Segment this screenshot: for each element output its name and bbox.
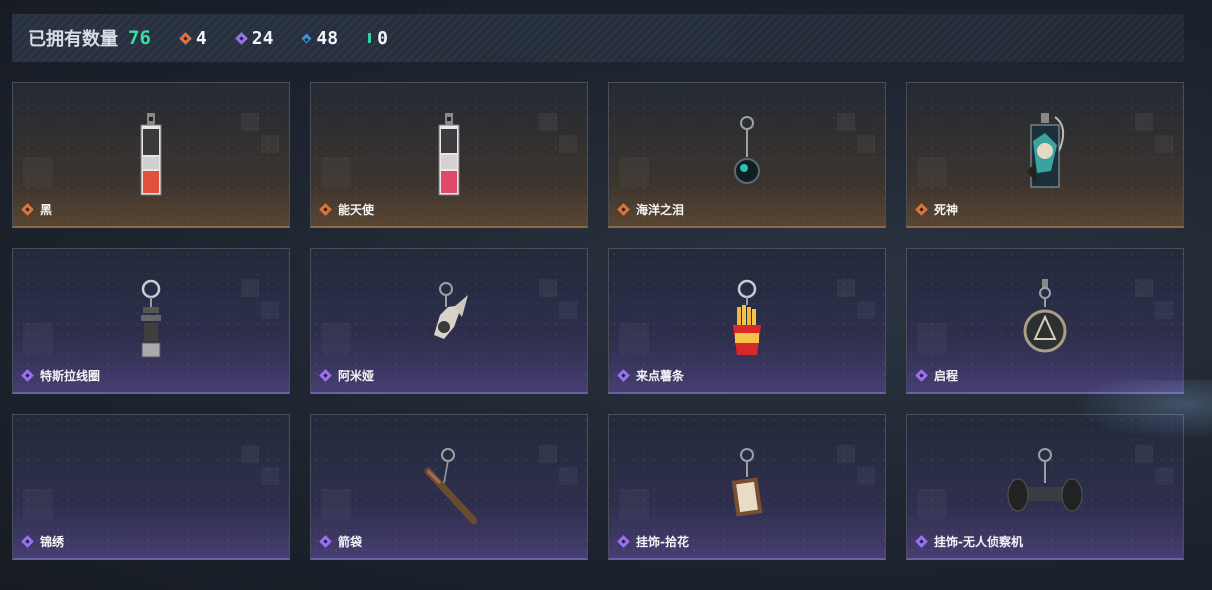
item-card[interactable]: 锦绣: [12, 414, 290, 560]
card-decoration: [1135, 445, 1175, 491]
card-decoration: [837, 113, 877, 159]
stat-green-value: 0: [377, 27, 388, 49]
owned-count: 76: [128, 27, 151, 49]
orange-gem-icon: [617, 203, 630, 216]
card-decoration: [23, 323, 53, 353]
purple-gem-icon: [319, 369, 332, 382]
green-gem-icon: [368, 33, 372, 43]
stat-purple: 24: [234, 27, 274, 49]
item-card[interactable]: 死神: [906, 82, 1184, 228]
card-decoration: [539, 445, 579, 491]
blue-gem-icon: [301, 33, 312, 43]
owned-label: 已拥有数量: [28, 29, 118, 50]
card-decoration: [917, 157, 947, 187]
pendant-charm-icon: [734, 116, 760, 184]
card-decoration: [23, 489, 53, 519]
fries-charm-icon: [733, 279, 761, 355]
purple-gem-icon: [915, 369, 928, 382]
card-decoration: [917, 489, 947, 519]
item-name: 箭袋: [319, 533, 363, 550]
card-decoration: [837, 279, 877, 325]
item-card[interactable]: 海洋之泪: [608, 82, 886, 228]
orange-gem-icon: [915, 203, 928, 216]
card-decoration: [619, 157, 649, 187]
item-card[interactable]: 特斯拉线圈: [12, 248, 290, 394]
stat-purple-value: 24: [251, 27, 274, 49]
item-card[interactable]: 黑: [12, 82, 290, 228]
item-card[interactable]: 能天使: [310, 82, 588, 228]
collection-header: 已拥有数量 76 4 24 48 0: [12, 14, 1184, 62]
stat-orange: 4: [179, 27, 207, 49]
item-name-label: 阿米娅: [338, 369, 375, 383]
stat-green: 0: [368, 28, 388, 49]
purple-gem-icon: [617, 369, 630, 382]
card-decoration: [619, 323, 649, 353]
item-name: 挂饰-拾花: [617, 533, 689, 550]
drone-charm-icon: [1007, 448, 1083, 512]
item-name-label: 海洋之泪: [636, 203, 685, 217]
medal-charm-icon: [1023, 279, 1067, 353]
item-name-label: 箭袋: [338, 535, 363, 549]
keycard-charm-icon: [140, 113, 162, 196]
background-glow: [1072, 380, 1212, 440]
stat-blue-value: 48: [316, 27, 339, 49]
stat-blue: 48: [301, 27, 339, 49]
item-name-label: 黑: [40, 203, 53, 217]
item-name: 阿米娅: [319, 367, 375, 384]
item-name: 启程: [915, 367, 959, 384]
item-name-label: 挂饰-无人侦察机: [934, 535, 1023, 549]
item-name-label: 来点薯条: [636, 369, 685, 383]
orange-gem-icon: [179, 31, 192, 45]
purple-gem-icon: [915, 535, 928, 548]
item-name-label: 挂饰-拾花: [636, 535, 689, 549]
card-decoration: [241, 113, 281, 159]
item-grid: 黑 能天使 海洋之泪 死神 特斯拉线圈 阿米娅 来点薯条 启程 锦绣 箭袋 挂饰…: [12, 82, 1184, 560]
purple-gem-icon: [21, 535, 34, 548]
card-charm-icon: [1027, 113, 1065, 188]
card-decoration: [619, 489, 649, 519]
item-name: 死神: [915, 201, 959, 218]
item-card[interactable]: 启程: [906, 248, 1184, 394]
quiver-charm-icon: [424, 448, 478, 525]
card-decoration: [837, 445, 877, 491]
purple-gem-icon: [319, 535, 332, 548]
card-decoration: [539, 279, 579, 325]
card-decoration: [321, 323, 351, 353]
orange-gem-icon: [21, 203, 34, 216]
item-card[interactable]: 来点薯条: [608, 248, 886, 394]
coil-charm-icon: [141, 279, 161, 358]
purple-gem-icon: [617, 535, 630, 548]
purple-gem-icon: [21, 369, 34, 382]
item-card[interactable]: 挂饰-拾花: [608, 414, 886, 560]
item-name-label: 特斯拉线圈: [40, 369, 101, 383]
rabbit-charm-icon: [434, 282, 468, 339]
card-decoration: [1135, 113, 1175, 159]
item-name: 锦绣: [21, 533, 65, 550]
purple-gem-icon: [234, 31, 248, 45]
item-name-label: 锦绣: [40, 535, 65, 549]
item-card[interactable]: 箭袋: [310, 414, 588, 560]
item-name: 能天使: [319, 201, 375, 218]
item-name: 挂饰-无人侦察机: [915, 533, 1023, 550]
card-decoration: [241, 445, 281, 491]
card-decoration: [539, 113, 579, 159]
keycard-charm-icon: [438, 113, 460, 196]
item-card[interactable]: 阿米娅: [310, 248, 588, 394]
item-name: 海洋之泪: [617, 201, 685, 218]
item-name: 特斯拉线圈: [21, 367, 101, 384]
card-decoration: [1135, 279, 1175, 325]
item-name-label: 死神: [934, 203, 959, 217]
card-decoration: [321, 489, 351, 519]
stat-orange-value: 4: [195, 27, 207, 49]
orange-gem-icon: [319, 203, 332, 216]
item-name-label: 能天使: [338, 203, 375, 217]
card-decoration: [241, 279, 281, 325]
item-name: 来点薯条: [617, 367, 685, 384]
frame-charm-icon: [731, 448, 763, 517]
card-decoration: [23, 157, 53, 187]
item-name-label: 启程: [934, 369, 959, 383]
card-decoration: [321, 157, 351, 187]
card-decoration: [917, 323, 947, 353]
item-name: 黑: [21, 201, 53, 218]
